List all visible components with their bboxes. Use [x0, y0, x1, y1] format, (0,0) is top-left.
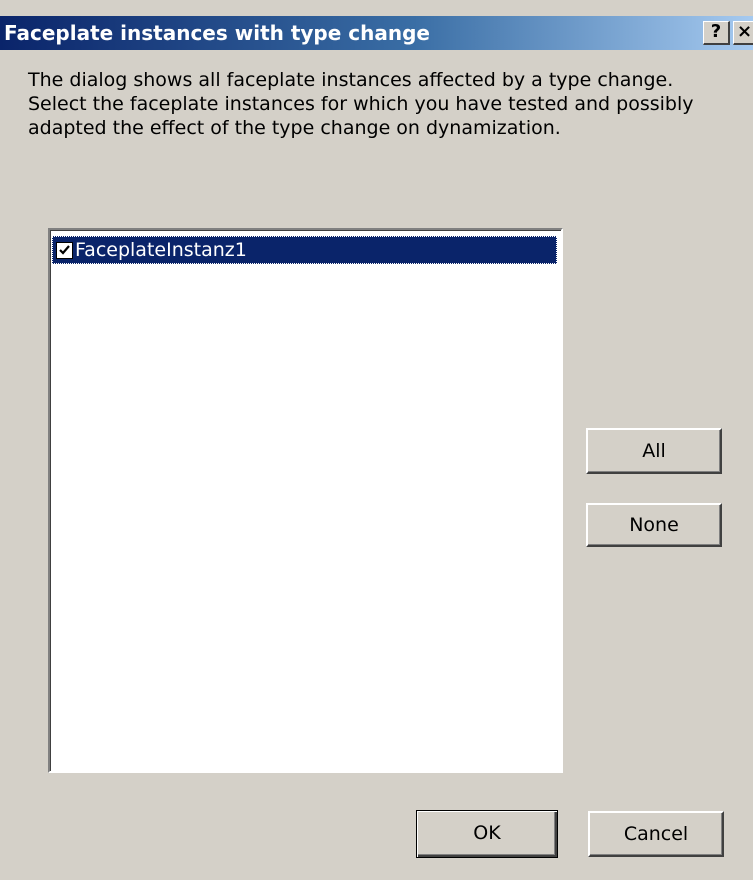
- item-checkbox[interactable]: [56, 242, 73, 259]
- checkmark-icon: [59, 245, 70, 255]
- help-icon: ?: [710, 21, 722, 42]
- description-text: The dialog shows all faceplate instances…: [28, 68, 738, 140]
- select-none-button[interactable]: None: [586, 503, 722, 547]
- title-bar[interactable]: Faceplate instances with type change ? ×: [0, 16, 753, 50]
- close-button[interactable]: ×: [733, 21, 753, 45]
- description-line: The dialog shows all faceplate instances…: [28, 69, 674, 91]
- cancel-label: Cancel: [623, 823, 689, 845]
- faceplate-instance-list[interactable]: FaceplateInstanz1: [48, 228, 563, 773]
- window-title: Faceplate instances with type change: [4, 21, 430, 45]
- description-line: Select the faceplate instances for which…: [28, 93, 694, 115]
- select-none-label: None: [629, 514, 679, 536]
- select-all-button[interactable]: All: [586, 428, 722, 474]
- cancel-button[interactable]: Cancel: [588, 811, 724, 857]
- list-item[interactable]: FaceplateInstanz1: [52, 236, 557, 264]
- select-all-label: All: [642, 440, 666, 462]
- help-button[interactable]: ?: [703, 21, 730, 45]
- description-line: adapted the effect of the type change on…: [28, 117, 561, 139]
- item-label: FaceplateInstanz1: [75, 239, 247, 261]
- ok-button[interactable]: OK: [416, 810, 558, 858]
- ok-label: OK: [473, 822, 501, 844]
- close-icon: ×: [737, 21, 753, 42]
- dialog-window: Faceplate instances with type change ? ×…: [0, 0, 753, 880]
